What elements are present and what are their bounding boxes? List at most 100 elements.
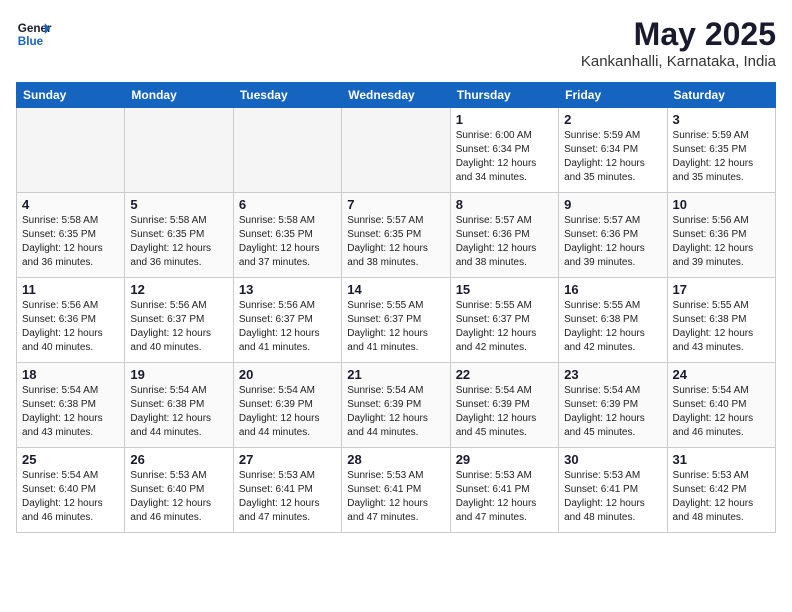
calendar-cell: 19 Sunrise: 5:54 AMSunset: 6:38 PMDayligh… — [125, 363, 233, 448]
calendar-cell: 23 Sunrise: 5:54 AMSunset: 6:39 PMDayligh… — [559, 363, 667, 448]
calendar-cell: 5 Sunrise: 5:58 AMSunset: 6:35 PMDaylight… — [125, 193, 233, 278]
calendar-cell: 11Sunrise: 5:56 AMSunset: 6:36 PMDayligh… — [17, 278, 125, 363]
calendar-cell — [17, 108, 125, 193]
calendar-cell: 1 Sunrise: 6:00 AMSunset: 6:34 PMDaylight… — [450, 108, 558, 193]
day-info: Sunrise: 5:54 AMSunset: 6:40 PMDaylight:… — [22, 469, 119, 525]
day-info: Sunrise: 5:53 AMSunset: 6:40 PMDaylight:… — [130, 469, 227, 525]
day-number: 25 — [22, 452, 119, 467]
calendar-table: SundayMondayTuesdayWednesdayThursdayFrid… — [16, 82, 776, 533]
calendar-cell: 17 Sunrise: 5:55 AMSunset: 6:38 PMDayligh… — [667, 278, 775, 363]
day-info: Sunrise: 5:55 AMSunset: 6:37 PMDaylight:… — [347, 299, 444, 355]
day-number: 14 — [347, 282, 444, 297]
calendar-cell: 3 Sunrise: 5:59 AMSunset: 6:35 PMDaylight… — [667, 108, 775, 193]
day-info: Sunrise: 5:58 AMSunset: 6:35 PMDaylight:… — [239, 214, 336, 270]
month-year: May 2025 — [581, 16, 776, 53]
calendar-cell: 8 Sunrise: 5:57 AMSunset: 6:36 PMDaylight… — [450, 193, 558, 278]
day-info: Sunrise: 5:57 AMSunset: 6:36 PMDaylight:… — [564, 214, 661, 270]
day-info: Sunrise: 5:56 AMSunset: 6:37 PMDaylight:… — [130, 299, 227, 355]
calendar-cell: 12 Sunrise: 5:56 AMSunset: 6:37 PMDayligh… — [125, 278, 233, 363]
day-number: 2 — [564, 112, 661, 127]
day-info: Sunrise: 5:55 AMSunset: 6:37 PMDaylight:… — [456, 299, 553, 355]
logo: General Blue — [16, 16, 52, 52]
calendar-cell: 9 Sunrise: 5:57 AMSunset: 6:36 PMDaylight… — [559, 193, 667, 278]
day-number: 18 — [22, 367, 119, 382]
day-number: 17 — [673, 282, 770, 297]
calendar-cell: 7 Sunrise: 5:57 AMSunset: 6:35 PMDaylight… — [342, 193, 450, 278]
day-number: 4 — [22, 197, 119, 212]
day-number: 24 — [673, 367, 770, 382]
day-number: 1 — [456, 112, 553, 127]
day-info: Sunrise: 5:53 AMSunset: 6:41 PMDaylight:… — [564, 469, 661, 525]
weekday-header-tuesday: Tuesday — [233, 83, 341, 108]
calendar-cell — [125, 108, 233, 193]
calendar-cell: 15 Sunrise: 5:55 AMSunset: 6:37 PMDayligh… — [450, 278, 558, 363]
day-info: Sunrise: 5:54 AMSunset: 6:39 PMDaylight:… — [347, 384, 444, 440]
day-number: 31 — [673, 452, 770, 467]
day-info: Sunrise: 6:00 AMSunset: 6:34 PMDaylight:… — [456, 129, 553, 185]
calendar-cell: 22Sunrise: 5:54 AMSunset: 6:39 PMDayligh… — [450, 363, 558, 448]
day-info: Sunrise: 5:56 AMSunset: 6:36 PMDaylight:… — [673, 214, 770, 270]
weekday-header-sunday: Sunday — [17, 83, 125, 108]
day-number: 20 — [239, 367, 336, 382]
calendar-cell: 26Sunrise: 5:53 AMSunset: 6:40 PMDayligh… — [125, 448, 233, 533]
calendar-cell: 6 Sunrise: 5:58 AMSunset: 6:35 PMDaylight… — [233, 193, 341, 278]
day-info: Sunrise: 5:56 AMSunset: 6:36 PMDaylight:… — [22, 299, 119, 355]
calendar-cell: 27 Sunrise: 5:53 AMSunset: 6:41 PMDayligh… — [233, 448, 341, 533]
day-info: Sunrise: 5:53 AMSunset: 6:41 PMDaylight:… — [347, 469, 444, 525]
calendar-cell: 24 Sunrise: 5:54 AMSunset: 6:40 PMDayligh… — [667, 363, 775, 448]
day-info: Sunrise: 5:54 AMSunset: 6:38 PMDaylight:… — [130, 384, 227, 440]
day-number: 3 — [673, 112, 770, 127]
weekday-header-friday: Friday — [559, 83, 667, 108]
calendar-cell — [342, 108, 450, 193]
page-header: General Blue May 2025 Kankanhalli, Karna… — [16, 16, 776, 70]
calendar-cell: 16 Sunrise: 5:55 AMSunset: 6:38 PMDayligh… — [559, 278, 667, 363]
day-number: 28 — [347, 452, 444, 467]
calendar-cell: 10 Sunrise: 5:56 AMSunset: 6:36 PMDayligh… — [667, 193, 775, 278]
calendar-cell: 20 Sunrise: 5:54 AMSunset: 6:39 PMDayligh… — [233, 363, 341, 448]
day-number: 22 — [456, 367, 553, 382]
calendar-cell: 13Sunrise: 5:56 AMSunset: 6:37 PMDayligh… — [233, 278, 341, 363]
day-number: 12 — [130, 282, 227, 297]
day-info: Sunrise: 5:54 AMSunset: 6:38 PMDaylight:… — [22, 384, 119, 440]
day-number: 5 — [130, 197, 227, 212]
location: Kankanhalli, Karnataka, India — [581, 53, 776, 70]
day-number: 8 — [456, 197, 553, 212]
day-number: 10 — [673, 197, 770, 212]
day-number: 29 — [456, 452, 553, 467]
calendar-cell: 25 Sunrise: 5:54 AMSunset: 6:40 PMDayligh… — [17, 448, 125, 533]
day-info: Sunrise: 5:57 AMSunset: 6:35 PMDaylight:… — [347, 214, 444, 270]
calendar-cell: 4Sunrise: 5:58 AMSunset: 6:35 PMDaylight… — [17, 193, 125, 278]
logo-icon: General Blue — [16, 16, 52, 52]
day-info: Sunrise: 5:59 AMSunset: 6:35 PMDaylight:… — [673, 129, 770, 185]
day-info: Sunrise: 5:55 AMSunset: 6:38 PMDaylight:… — [564, 299, 661, 355]
weekday-header-thursday: Thursday — [450, 83, 558, 108]
weekday-header-saturday: Saturday — [667, 83, 775, 108]
weekday-header-monday: Monday — [125, 83, 233, 108]
weekday-header-wednesday: Wednesday — [342, 83, 450, 108]
day-info: Sunrise: 5:53 AMSunset: 6:41 PMDaylight:… — [456, 469, 553, 525]
calendar-cell: 2Sunrise: 5:59 AMSunset: 6:34 PMDaylight… — [559, 108, 667, 193]
day-info: Sunrise: 5:58 AMSunset: 6:35 PMDaylight:… — [130, 214, 227, 270]
day-info: Sunrise: 5:53 AMSunset: 6:42 PMDaylight:… — [673, 469, 770, 525]
day-info: Sunrise: 5:55 AMSunset: 6:38 PMDaylight:… — [673, 299, 770, 355]
day-info: Sunrise: 5:57 AMSunset: 6:36 PMDaylight:… — [456, 214, 553, 270]
day-number: 19 — [130, 367, 227, 382]
day-number: 7 — [347, 197, 444, 212]
day-number: 9 — [564, 197, 661, 212]
day-info: Sunrise: 5:56 AMSunset: 6:37 PMDaylight:… — [239, 299, 336, 355]
calendar-cell: 30Sunrise: 5:53 AMSunset: 6:41 PMDayligh… — [559, 448, 667, 533]
day-number: 16 — [564, 282, 661, 297]
day-info: Sunrise: 5:53 AMSunset: 6:41 PMDaylight:… — [239, 469, 336, 525]
day-info: Sunrise: 5:54 AMSunset: 6:40 PMDaylight:… — [673, 384, 770, 440]
svg-text:Blue: Blue — [18, 35, 44, 48]
day-number: 23 — [564, 367, 661, 382]
day-info: Sunrise: 5:54 AMSunset: 6:39 PMDaylight:… — [239, 384, 336, 440]
title-block: May 2025 Kankanhalli, Karnataka, India — [581, 16, 776, 70]
calendar-cell: 18 Sunrise: 5:54 AMSunset: 6:38 PMDayligh… — [17, 363, 125, 448]
day-number: 27 — [239, 452, 336, 467]
day-number: 6 — [239, 197, 336, 212]
day-info: Sunrise: 5:54 AMSunset: 6:39 PMDaylight:… — [564, 384, 661, 440]
day-number: 15 — [456, 282, 553, 297]
calendar-cell — [233, 108, 341, 193]
calendar-cell: 21Sunrise: 5:54 AMSunset: 6:39 PMDayligh… — [342, 363, 450, 448]
